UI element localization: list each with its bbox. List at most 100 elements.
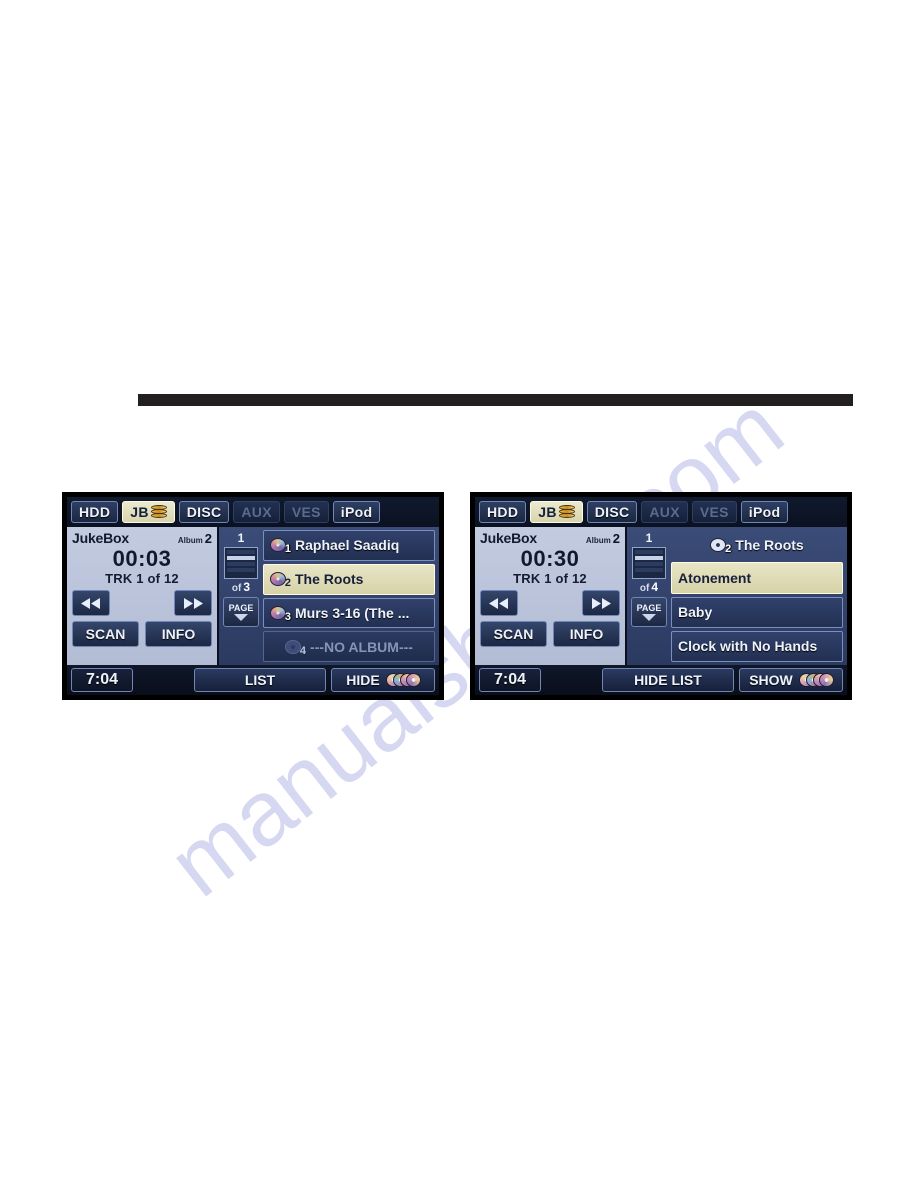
clock: 7:04 — [71, 668, 133, 692]
tab-disc[interactable]: DISC — [586, 501, 638, 523]
album-indicator: Album 2 — [178, 530, 212, 548]
bottom-bar: 7:04 HIDE LIST SHOW — [475, 665, 847, 695]
screen-body: JukeBox Album 2 00:30 TRK 1 of 12 SCAN I… — [475, 527, 847, 665]
info-button[interactable]: INFO — [553, 621, 620, 647]
page-button-label: PAGE — [636, 603, 662, 613]
list-item[interactable]: 1 Raphael Saadiq — [263, 530, 435, 561]
tab-ves: VES — [283, 501, 329, 523]
tab-aux-label: AUX — [649, 504, 680, 520]
scroll-line — [635, 550, 663, 554]
next-track-button[interactable] — [582, 590, 620, 616]
show-button[interactable]: SHOW — [739, 668, 843, 692]
scan-button[interactable]: SCAN — [72, 621, 139, 647]
list-item[interactable]: 2 The Roots — [263, 563, 435, 595]
screen-body: JukeBox Album 2 00:03 TRK 1 of 12 SCAN I… — [67, 527, 439, 665]
hide-button-label: HIDE — [346, 672, 380, 688]
tab-hdd[interactable]: HDD — [479, 501, 527, 523]
list-item-empty: 4 ---NO ALBUM--- — [263, 631, 435, 662]
page-navigator: 1 of 3 PAGE — [222, 530, 260, 662]
disc-number: 3 — [284, 610, 291, 623]
tab-ipod-label: iPod — [340, 504, 373, 520]
album-rows: 1 Raphael Saadiq 2 The Roots 3 Murs 3-16… — [263, 530, 435, 662]
elapsed-time: 00:30 — [520, 546, 580, 571]
list-button-label: LIST — [244, 672, 276, 688]
list-item[interactable]: Atonement — [671, 562, 843, 594]
total-pages: 3 — [243, 580, 251, 594]
hide-button[interactable]: HIDE — [331, 668, 435, 692]
scroll-position-indicator[interactable] — [224, 547, 258, 579]
info-button[interactable]: INFO — [145, 621, 212, 647]
fast-forward-icon — [181, 597, 205, 610]
disc-number: 2 — [284, 577, 291, 590]
tab-ipod[interactable]: iPod — [740, 501, 789, 523]
list-item-label: ---NO ALBUM--- — [310, 638, 413, 655]
tab-aux: AUX — [641, 501, 688, 523]
current-page: 1 — [645, 531, 653, 545]
disc-number: 1 — [284, 543, 291, 556]
scan-button[interactable]: SCAN — [480, 621, 547, 647]
disc-icon-dim: 4 — [285, 639, 307, 657]
list-item[interactable]: Clock with No Hands — [671, 630, 843, 662]
list-item-label: The Roots — [295, 571, 364, 588]
tab-aux: AUX — [233, 501, 280, 523]
tab-hdd[interactable]: HDD — [71, 501, 119, 523]
tab-jukebox[interactable]: JB — [122, 501, 175, 523]
source-tab-bar: HDD JB DISC AUX VES iPod — [67, 497, 439, 527]
soft-key-row: SCAN INFO — [72, 621, 212, 647]
radio-unit-album-list: HDD JB DISC AUX VES iPod JukeBox Album 2… — [62, 492, 444, 700]
bottom-bar: 7:04 LIST HIDE — [67, 665, 439, 695]
previous-track-button[interactable] — [72, 590, 110, 616]
tab-disc-label: DISC — [594, 504, 630, 520]
source-name: JukeBox — [480, 530, 537, 546]
total-pages: 4 — [651, 580, 659, 594]
tab-disc[interactable]: DISC — [178, 501, 230, 523]
hide-list-button[interactable]: HIDE LIST — [602, 668, 734, 692]
list-item-label: Clock with No Hands — [678, 638, 818, 655]
next-track-button[interactable] — [174, 590, 212, 616]
previous-track-button[interactable] — [480, 590, 518, 616]
horizontal-rule — [138, 394, 853, 406]
disc-fan-icon — [798, 672, 834, 688]
track-list-pane: 1 of 4 PAGE 2 The Roots Atonement Baby C… — [627, 527, 847, 665]
tab-jukebox-label: JB — [130, 504, 149, 520]
scroll-position-indicator[interactable] — [632, 547, 666, 579]
fast-forward-icon — [589, 597, 613, 610]
tab-ipod[interactable]: iPod — [332, 501, 381, 523]
page-down-button[interactable]: PAGE — [631, 597, 667, 627]
list-item-label: Atonement — [678, 569, 752, 586]
tab-jukebox[interactable]: JB — [530, 501, 583, 523]
album-header: 2 The Roots — [671, 530, 843, 559]
album-number: 2 — [204, 531, 212, 546]
disc-fan-icon — [385, 672, 421, 688]
screen: HDD JB DISC AUX VES iPod JukeBox Album 2… — [67, 497, 439, 695]
scroll-line — [227, 568, 255, 572]
scroll-line — [227, 562, 255, 566]
track-status: TRK 1 of 12 — [513, 571, 587, 586]
rewind-icon — [487, 597, 511, 610]
scroll-line-active — [227, 556, 255, 560]
album-label: Album — [585, 536, 611, 545]
list-item[interactable]: Baby — [671, 596, 843, 628]
list-item[interactable]: 3 Murs 3-16 (The ... — [263, 597, 435, 629]
list-button[interactable]: LIST — [194, 668, 326, 692]
tab-hdd-label: HDD — [487, 504, 519, 520]
list-item-label: Murs 3-16 (The ... — [295, 604, 410, 621]
tab-ipod-label: iPod — [748, 504, 781, 520]
tab-ves: VES — [691, 501, 737, 523]
chevron-down-icon — [234, 614, 248, 621]
disc-number: 4 — [299, 644, 307, 657]
tab-hdd-label: HDD — [79, 504, 111, 520]
scroll-line — [635, 568, 663, 572]
page-navigator: 1 of 4 PAGE — [630, 530, 668, 662]
list-item-label: Raphael Saadiq — [295, 537, 400, 554]
page-total: of 4 — [640, 580, 658, 594]
transport-controls — [72, 590, 212, 616]
album-list-pane: 1 of 3 PAGE 1 Raphael Saadiq 2 The Roots… — [219, 527, 439, 665]
tab-aux-label: AUX — [241, 504, 272, 520]
disc-icon: 2 — [270, 571, 291, 590]
page-down-button[interactable]: PAGE — [223, 597, 259, 627]
info-label: INFO — [569, 626, 604, 642]
chevron-down-icon — [642, 614, 656, 621]
of-label: of — [231, 583, 242, 594]
tab-ves-label: VES — [699, 504, 729, 520]
